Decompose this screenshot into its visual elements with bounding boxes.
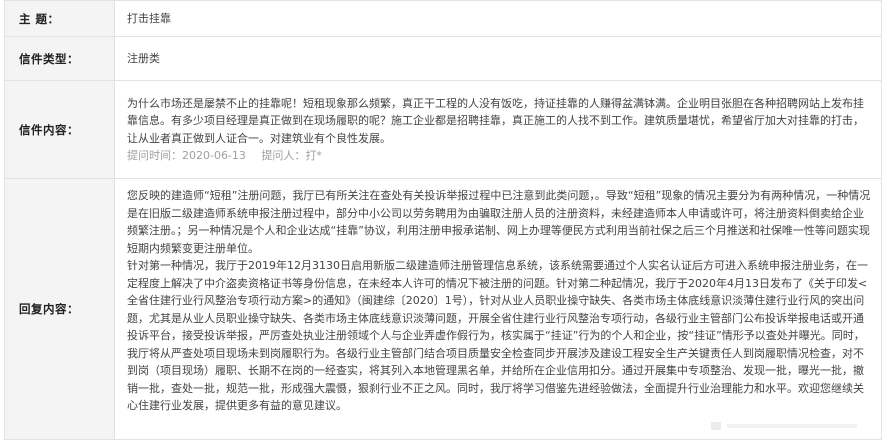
question-asker: 提问人：打* [261, 149, 322, 162]
question-asker-label: 提问人： [261, 149, 306, 162]
reply-paragraph: 您反映的建造师“短租”注册问题，我厅已有所关注在查处有关投诉举报过程中已注意到此… [127, 189, 871, 255]
letter-type-label: 信件类型： [4, 36, 115, 81]
row-letter-content: 信件内容： 为什么市场还是屡禁不止的挂靠呢！短租现象那么频繁，真正干工程的人没有… [4, 80, 882, 179]
watermark-band [727, 424, 857, 428]
question-meta: 提问时间：2020-06-13 提问人：打* [127, 147, 871, 165]
letter-detail-page: 主 题： 打击挂靠 信件类型： 注册类 信件内容： 为什么市场还是屡禁不止的挂靠… [0, 0, 886, 440]
subject-label: 主 题： [4, 0, 115, 37]
reply-content-cell: 您反映的建造师“短租”注册问题，我厅已有所关注在查处有关投诉举报过程中已注意到此… [114, 178, 882, 440]
reply-content-wrap: 您反映的建造师“短租”注册问题，我厅已有所关注在查处有关投诉举报过程中已注意到此… [127, 183, 871, 435]
question-time-value: 2020-06-13 [182, 149, 246, 162]
letter-content-label: 信件内容： [4, 80, 115, 179]
letter-content-cell: 为什么市场还是屡禁不止的挂靠呢！短租现象那么频繁，真正干工程的人没有饭吃，持证挂… [114, 80, 882, 179]
reply-paragraph: 针对第一种情况，我厅于2019年12月3130日启用新版二级建造师注册管理信息系… [127, 259, 868, 412]
letter-content-text: 为什么市场还是屡禁不止的挂靠呢！短租现象那么频繁，真正干工程的人没有饭吃，持证挂… [127, 96, 864, 145]
letter-type-value: 注册类 [114, 36, 882, 81]
row-reply-content: 回复内容： 您反映的建造师“短租”注册问题，我厅已有所关注在查处有关投诉举报过程… [4, 178, 882, 440]
reply-content-text: 您反映的建造师“短租”注册问题，我厅已有所关注在查处有关投诉举报过程中已注意到此… [127, 183, 871, 415]
question-time: 提问时间：2020-06-13 [127, 149, 246, 162]
watermark-logo [711, 422, 857, 430]
letter-detail-table: 主 题： 打击挂靠 信件类型： 注册类 信件内容： 为什么市场还是屡禁不止的挂靠… [4, 0, 882, 440]
row-subject: 主 题： 打击挂靠 [4, 0, 882, 37]
question-time-label: 提问时间： [127, 149, 182, 162]
question-asker-value: 打* [305, 149, 322, 162]
subject-value: 打击挂靠 [114, 0, 882, 37]
reply-content-label: 回复内容： [4, 178, 115, 440]
row-letter-type: 信件类型： 注册类 [4, 36, 882, 81]
watermark-mark [711, 422, 721, 430]
